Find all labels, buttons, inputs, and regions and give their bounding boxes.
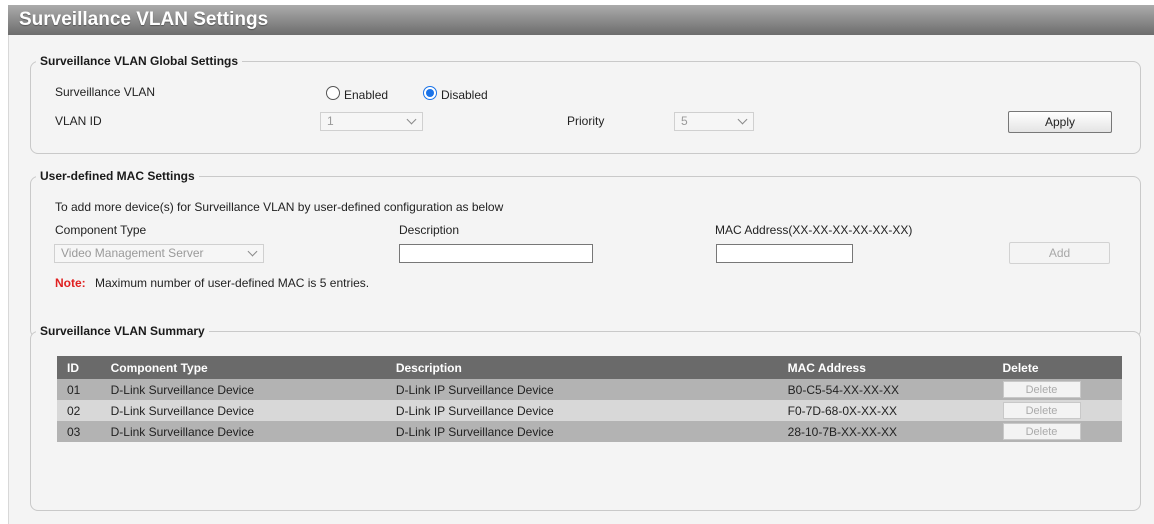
column-header-description: Description — [395, 356, 788, 379]
row-component-type: D-Link Surveillance Device — [110, 421, 396, 442]
vlan-id-select[interactable]: 1 — [320, 112, 423, 131]
row-mac-address: B0-C5-54-XX-XX-XX — [787, 379, 1003, 400]
priority-select[interactable]: 5 — [674, 112, 754, 131]
row-delete-cell: Delete — [1002, 421, 1122, 442]
global-settings-legend: Surveillance VLAN Global Settings — [36, 53, 243, 69]
column-header-mac-address: MAC Address — [787, 356, 1003, 379]
delete-button[interactable]: Delete — [1002, 402, 1081, 419]
table-row: 02 D-Link Surveillance Device D-Link IP … — [57, 400, 1122, 421]
row-description: D-Link IP Surveillance Device — [395, 400, 788, 421]
priority-value: 5 — [681, 114, 688, 128]
chevron-down-icon — [406, 114, 417, 125]
column-header-id: ID — [57, 356, 111, 379]
description-label: Description — [399, 223, 460, 237]
apply-button[interactable]: Apply — [1008, 111, 1112, 133]
delete-button[interactable]: Delete — [1002, 381, 1081, 398]
row-delete-cell: Delete — [1002, 379, 1122, 400]
summary-legend: Surveillance VLAN Summary — [36, 323, 209, 339]
disabled-label[interactable]: Disabled — [441, 87, 488, 103]
row-description: D-Link IP Surveillance Device — [395, 379, 788, 400]
component-type-select[interactable]: Video Management Server — [54, 244, 264, 263]
global-settings-panel: Surveillance VLAN Global Settings Survei… — [30, 53, 1141, 154]
row-id: 02 — [57, 400, 111, 421]
page-title: Surveillance VLAN Settings — [8, 5, 1154, 35]
note-line: Note: Maximum number of user-defined MAC… — [55, 275, 369, 291]
mac-address-input[interactable] — [716, 244, 853, 263]
table-header-row: ID Component Type Description MAC Addres… — [57, 356, 1122, 379]
row-mac-address: F0-7D-68-0X-XX-XX — [787, 400, 1003, 421]
delete-button[interactable]: Delete — [1002, 423, 1081, 440]
vlan-id-label: VLAN ID — [55, 114, 102, 128]
note-label: Note: — [55, 276, 86, 290]
content-area: Surveillance VLAN Global Settings Survei… — [8, 35, 1154, 524]
row-delete-cell: Delete — [1002, 400, 1122, 421]
vlan-id-value: 1 — [327, 114, 334, 128]
chevron-down-icon — [247, 246, 258, 257]
summary-table: ID Component Type Description MAC Addres… — [57, 356, 1122, 442]
component-type-value: Video Management Server — [61, 246, 204, 260]
note-text: Maximum number of user-defined MAC is 5 … — [95, 276, 370, 290]
priority-label: Priority — [567, 114, 605, 128]
add-button[interactable]: Add — [1009, 242, 1110, 264]
table-row: 01 D-Link Surveillance Device D-Link IP … — [57, 379, 1122, 400]
row-description: D-Link IP Surveillance Device — [395, 421, 788, 442]
table-row: 03 D-Link Surveillance Device D-Link IP … — [57, 421, 1122, 442]
mac-settings-intro: To add more device(s) for Surveillance V… — [55, 200, 504, 214]
chevron-down-icon — [737, 114, 748, 125]
row-id: 03 — [57, 421, 111, 442]
disabled-radio[interactable] — [423, 86, 437, 100]
row-component-type: D-Link Surveillance Device — [110, 379, 396, 400]
row-mac-address: 28-10-7B-XX-XX-XX — [787, 421, 1003, 442]
description-input[interactable] — [399, 244, 593, 263]
enabled-radio[interactable] — [326, 86, 340, 100]
enabled-label[interactable]: Enabled — [344, 87, 388, 103]
column-header-component-type: Component Type — [110, 356, 396, 379]
surveillance-vlan-label: Surveillance VLAN — [55, 85, 156, 99]
row-component-type: D-Link Surveillance Device — [110, 400, 396, 421]
component-type-label: Component Type — [55, 223, 147, 237]
mac-address-label: MAC Address(XX-XX-XX-XX-XX-XX) — [715, 223, 913, 237]
row-id: 01 — [57, 379, 111, 400]
column-header-delete: Delete — [1002, 356, 1122, 379]
mac-settings-legend: User-defined MAC Settings — [36, 168, 199, 184]
mac-settings-panel: User-defined MAC Settings To add more de… — [30, 168, 1141, 338]
